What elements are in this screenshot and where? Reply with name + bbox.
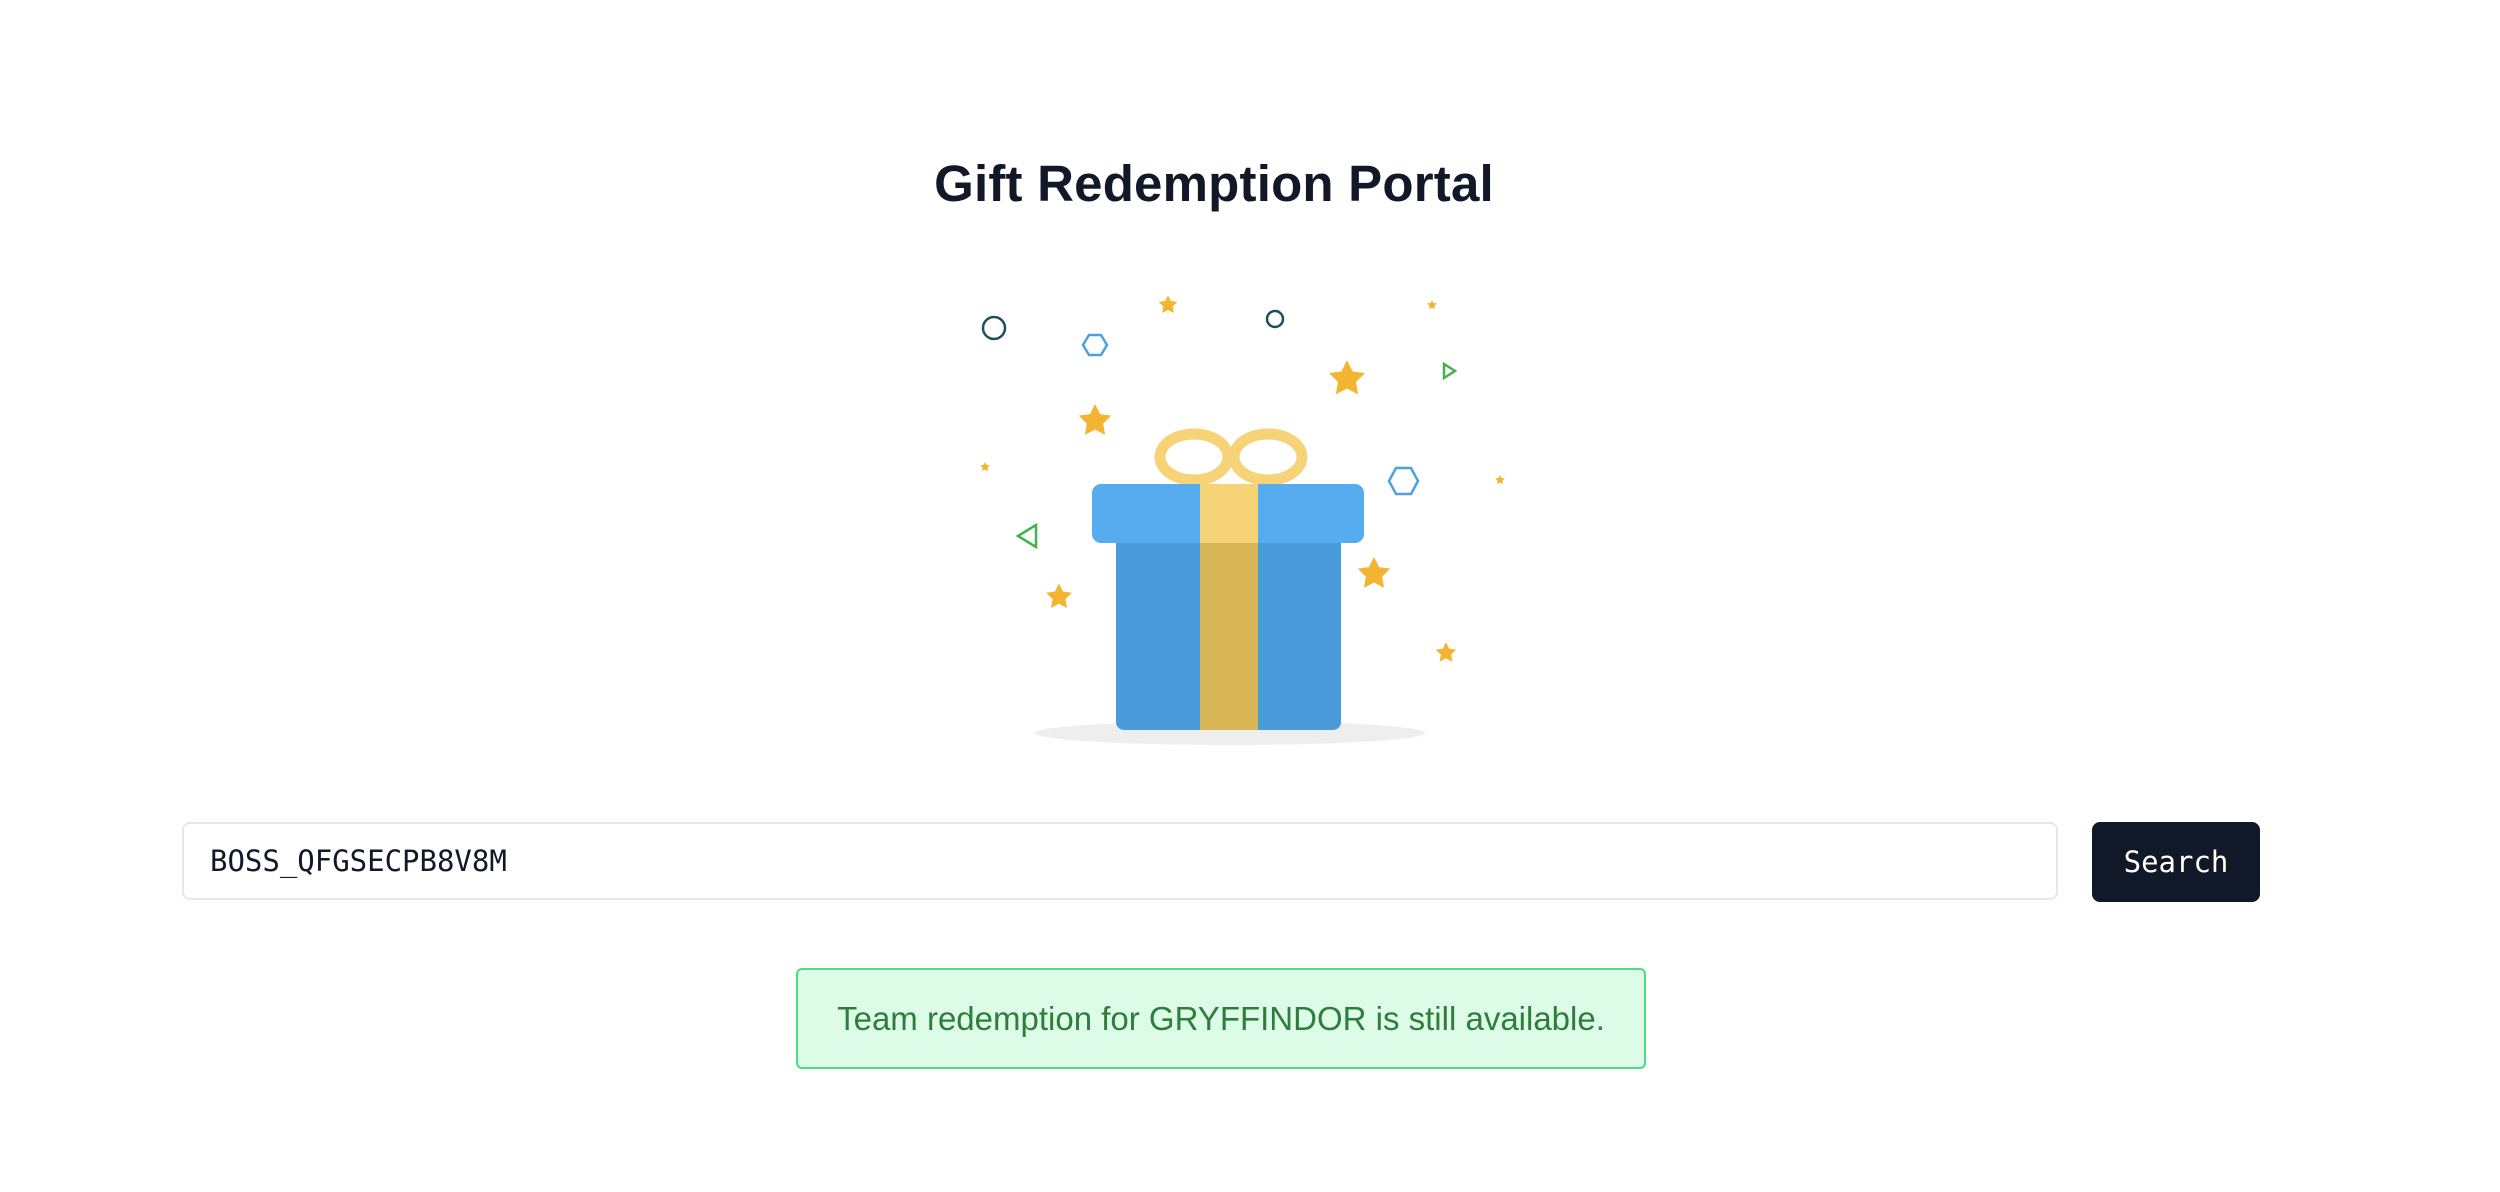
star-icon <box>1158 295 1178 314</box>
star-icon <box>1329 360 1365 395</box>
star-icon <box>1427 299 1437 310</box>
status-banner: Team redemption for GRYFFINDOR is still … <box>796 968 1646 1069</box>
status-message: Team redemption for GRYFFINDOR is still … <box>837 999 1605 1037</box>
page: Gift Redemption Portal BOSS_QFGSECPB8V8M… <box>0 0 2500 1192</box>
confetti-triangle-icon <box>1015 522 1038 550</box>
star-icon <box>1078 403 1112 435</box>
star-icon <box>980 461 990 472</box>
gift-box-icon <box>1092 428 1364 730</box>
confetti-triangle-icon <box>1442 361 1458 381</box>
page-title: Gift Redemption Portal <box>934 155 1494 212</box>
star-icon <box>1435 642 1457 662</box>
star-icon <box>1357 556 1391 588</box>
confetti-circle-icon <box>981 315 1007 341</box>
gift-bow-left <box>1154 428 1234 486</box>
confetti-hexagon-icon <box>1387 466 1420 496</box>
search-button[interactable]: Search <box>2092 822 2260 902</box>
star-icon <box>1495 474 1505 485</box>
gift-bow-right <box>1228 428 1308 486</box>
confetti-circle-icon <box>1265 309 1285 329</box>
search-input[interactable] <box>182 822 2058 900</box>
gift-ribbon-lid <box>1200 484 1258 543</box>
gift-ribbon-vertical <box>1200 526 1258 730</box>
gift-illustration <box>980 295 1505 745</box>
star-icon <box>1046 583 1072 608</box>
confetti-hexagon-icon <box>1081 333 1109 357</box>
